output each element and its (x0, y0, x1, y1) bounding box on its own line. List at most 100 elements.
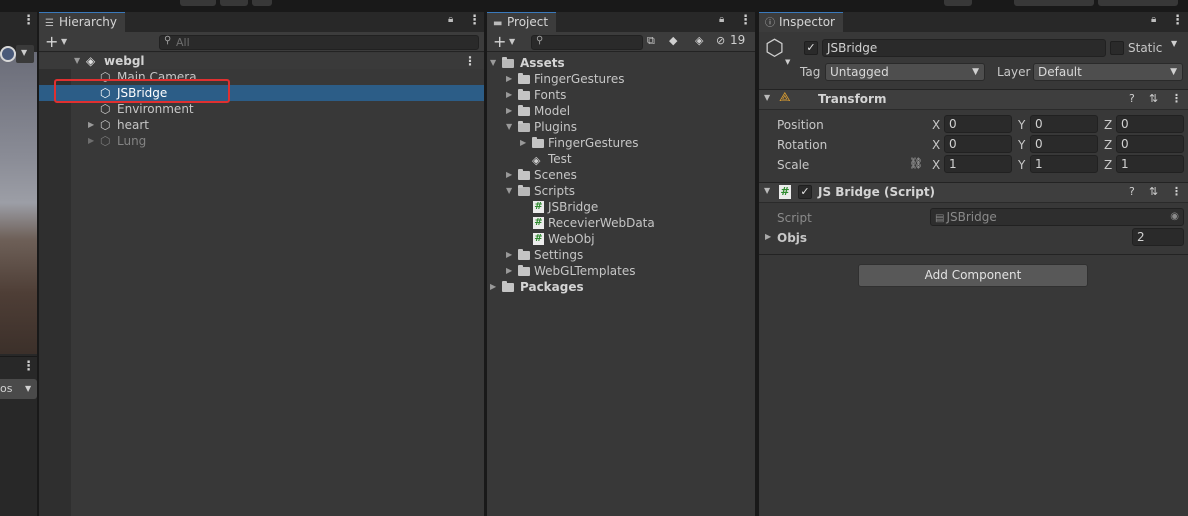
expand-arrow-icon[interactable]: ▶ (765, 232, 771, 241)
expand-arrow-icon[interactable]: ▶ (506, 71, 512, 87)
layer-dropdown[interactable]: Default ▼ (1033, 63, 1183, 81)
kebab-icon[interactable]: ⋮ (464, 53, 476, 69)
folder-icon: ▬ (493, 18, 503, 29)
component-divider (759, 254, 1188, 255)
layout-dropdown[interactable] (1098, 0, 1178, 6)
expand-arrow-icon[interactable]: ▶ (506, 87, 512, 103)
scene-gizmo-icon[interactable] (0, 46, 16, 62)
position-label: Position (777, 118, 824, 132)
expand-arrow-icon[interactable]: ▼ (506, 183, 512, 199)
chevron-down-icon[interactable]: ▼ (61, 37, 67, 46)
project-search[interactable]: ⚲ (531, 35, 643, 50)
objs-size-field[interactable]: 2 (1132, 228, 1184, 246)
expand-arrow-icon[interactable]: ▼ (74, 53, 80, 69)
kebab-icon[interactable]: ⋮ (468, 13, 481, 28)
kebab-icon[interactable]: ⋮ (739, 13, 752, 28)
csharp-script-icon: # (533, 233, 544, 245)
rotation-y-field[interactable]: 0 (1030, 135, 1098, 153)
tab-project[interactable]: ▬ Project (487, 12, 557, 32)
script-component-title: JS Bridge (Script) (818, 185, 936, 199)
tree-item-label: FingerGestures (534, 72, 625, 86)
script-label: Script (777, 211, 812, 225)
kebab-icon[interactable]: ⋮ (1171, 92, 1182, 105)
position-z-field[interactable]: 0 (1116, 115, 1184, 133)
kebab-icon[interactable]: ⋮ (1171, 13, 1184, 28)
preset-icon[interactable]: ⇅ (1149, 92, 1158, 105)
project-search-input[interactable] (548, 36, 638, 49)
transform-header[interactable]: ▼ ⟁ Transform ? ⇅ ⋮ (759, 89, 1188, 110)
expand-arrow-icon[interactable]: ▶ (506, 103, 512, 119)
toolbar-button[interactable] (944, 0, 972, 6)
hierarchy-search-input[interactable] (176, 36, 474, 49)
gizmos-dropdown-label: os (0, 382, 13, 395)
expand-arrow-icon[interactable]: ▶ (490, 279, 496, 295)
axis-x-label: X (932, 158, 941, 172)
lock-icon[interactable]: 🔒︎ (1151, 14, 1156, 25)
hierarchy-search[interactable]: ⚲ (159, 35, 479, 50)
expand-arrow-icon[interactable]: ▶ (506, 263, 512, 279)
constrain-proportions-icon[interactable]: ⛓ (909, 157, 923, 170)
collapse-arrow-icon[interactable]: ▼ (764, 186, 770, 195)
scene-kebab-icon[interactable]: ⋮ (22, 13, 35, 28)
add-icon[interactable]: + (45, 32, 58, 51)
filter-icon[interactable]: ◆ (669, 34, 677, 47)
toolbar-button[interactable] (252, 0, 272, 6)
script-component-header[interactable]: ▼ # ✓ JS Bridge (Script) ? ⇅ ⋮ (759, 182, 1188, 203)
hidden-packages-icon[interactable]: ⊘ (716, 34, 725, 47)
expand-arrow-icon[interactable]: ▼ (490, 55, 496, 71)
add-component-button[interactable]: Add Component (858, 264, 1088, 287)
scale-y-field[interactable]: 1 (1030, 155, 1098, 173)
project-panel: ▬ Project 🔒︎ ⋮ + ▼ ⚲ ⧉ ◆ ◈ ⊘ 19 ▼ Assets … (487, 12, 755, 516)
chevron-down-icon[interactable]: ▼ (16, 45, 34, 63)
add-icon[interactable]: + (493, 32, 506, 51)
tab-inspector[interactable]: ⓘ Inspector (759, 12, 843, 32)
layers-dropdown[interactable] (1014, 0, 1094, 6)
gizmos-dropdown[interactable]: os ▼ (0, 379, 37, 399)
rotation-x-field[interactable]: 0 (944, 135, 1012, 153)
chevron-down-icon[interactable]: ▼ (509, 37, 515, 46)
position-x-field[interactable]: 0 (944, 115, 1012, 133)
lock-icon[interactable]: 🔒︎ (719, 14, 724, 25)
scale-z-field[interactable]: 1 (1116, 155, 1184, 173)
active-checkbox[interactable]: ✓ (804, 41, 818, 55)
search-by-type-icon[interactable]: ⧉ (647, 34, 655, 48)
lock-icon[interactable]: 🔒︎ (448, 14, 453, 25)
toolbar-button[interactable] (220, 0, 248, 6)
expand-arrow-icon[interactable]: ▶ (506, 167, 512, 183)
scale-x-field[interactable]: 1 (944, 155, 1012, 173)
cube-icon: ⬡ (100, 134, 111, 148)
preset-icon[interactable]: ⇅ (1149, 185, 1158, 198)
cube-icon[interactable]: ⬡ (765, 38, 784, 60)
tree-item-inactive[interactable]: ▶ ⬡ Lung (39, 133, 484, 149)
tag-icon[interactable]: ◈ (695, 34, 703, 47)
cube-icon: ⬡ (100, 102, 111, 116)
tag-dropdown-value: Untagged (830, 65, 889, 79)
component-enabled-checkbox[interactable]: ✓ (798, 185, 812, 199)
expand-arrow-icon[interactable]: ▶ (88, 133, 94, 149)
tree-item[interactable]: ▶ ⬡ heart (39, 117, 484, 133)
position-y-field[interactable]: 0 (1030, 115, 1098, 133)
expand-arrow-icon[interactable]: ▶ (520, 135, 526, 151)
kebab-icon[interactable]: ⋮ (22, 359, 35, 374)
tag-dropdown[interactable]: Untagged ▼ (825, 63, 985, 81)
static-checkbox[interactable] (1110, 41, 1124, 55)
tree-item[interactable]: ⬡ Environment (39, 101, 484, 117)
csharp-script-icon: # (533, 201, 544, 213)
chevron-down-icon[interactable]: ▼ (785, 58, 790, 66)
object-name-field[interactable]: JSBridge (822, 39, 1106, 57)
tree-item-scene[interactable]: ▼ ◈ webgl ⋮ (39, 53, 484, 69)
collapse-arrow-icon[interactable]: ▼ (764, 93, 770, 102)
help-icon[interactable]: ? (1129, 185, 1135, 198)
rotation-z-field[interactable]: 0 (1116, 135, 1184, 153)
kebab-icon[interactable]: ⋮ (1171, 185, 1182, 198)
toolbar-button[interactable] (180, 0, 216, 6)
tab-hierarchy[interactable]: ☰ Hierarchy (39, 12, 126, 32)
chevron-down-icon[interactable]: ▼ (1171, 39, 1177, 48)
expand-arrow-icon[interactable]: ▼ (506, 119, 512, 135)
tree-item-label: FingerGestures (548, 136, 639, 150)
help-icon[interactable]: ? (1129, 92, 1135, 105)
expand-arrow-icon[interactable]: ▶ (506, 247, 512, 263)
scene-viewport[interactable] (0, 52, 37, 354)
folder-open-icon (502, 57, 514, 68)
expand-arrow-icon[interactable]: ▶ (88, 117, 94, 133)
